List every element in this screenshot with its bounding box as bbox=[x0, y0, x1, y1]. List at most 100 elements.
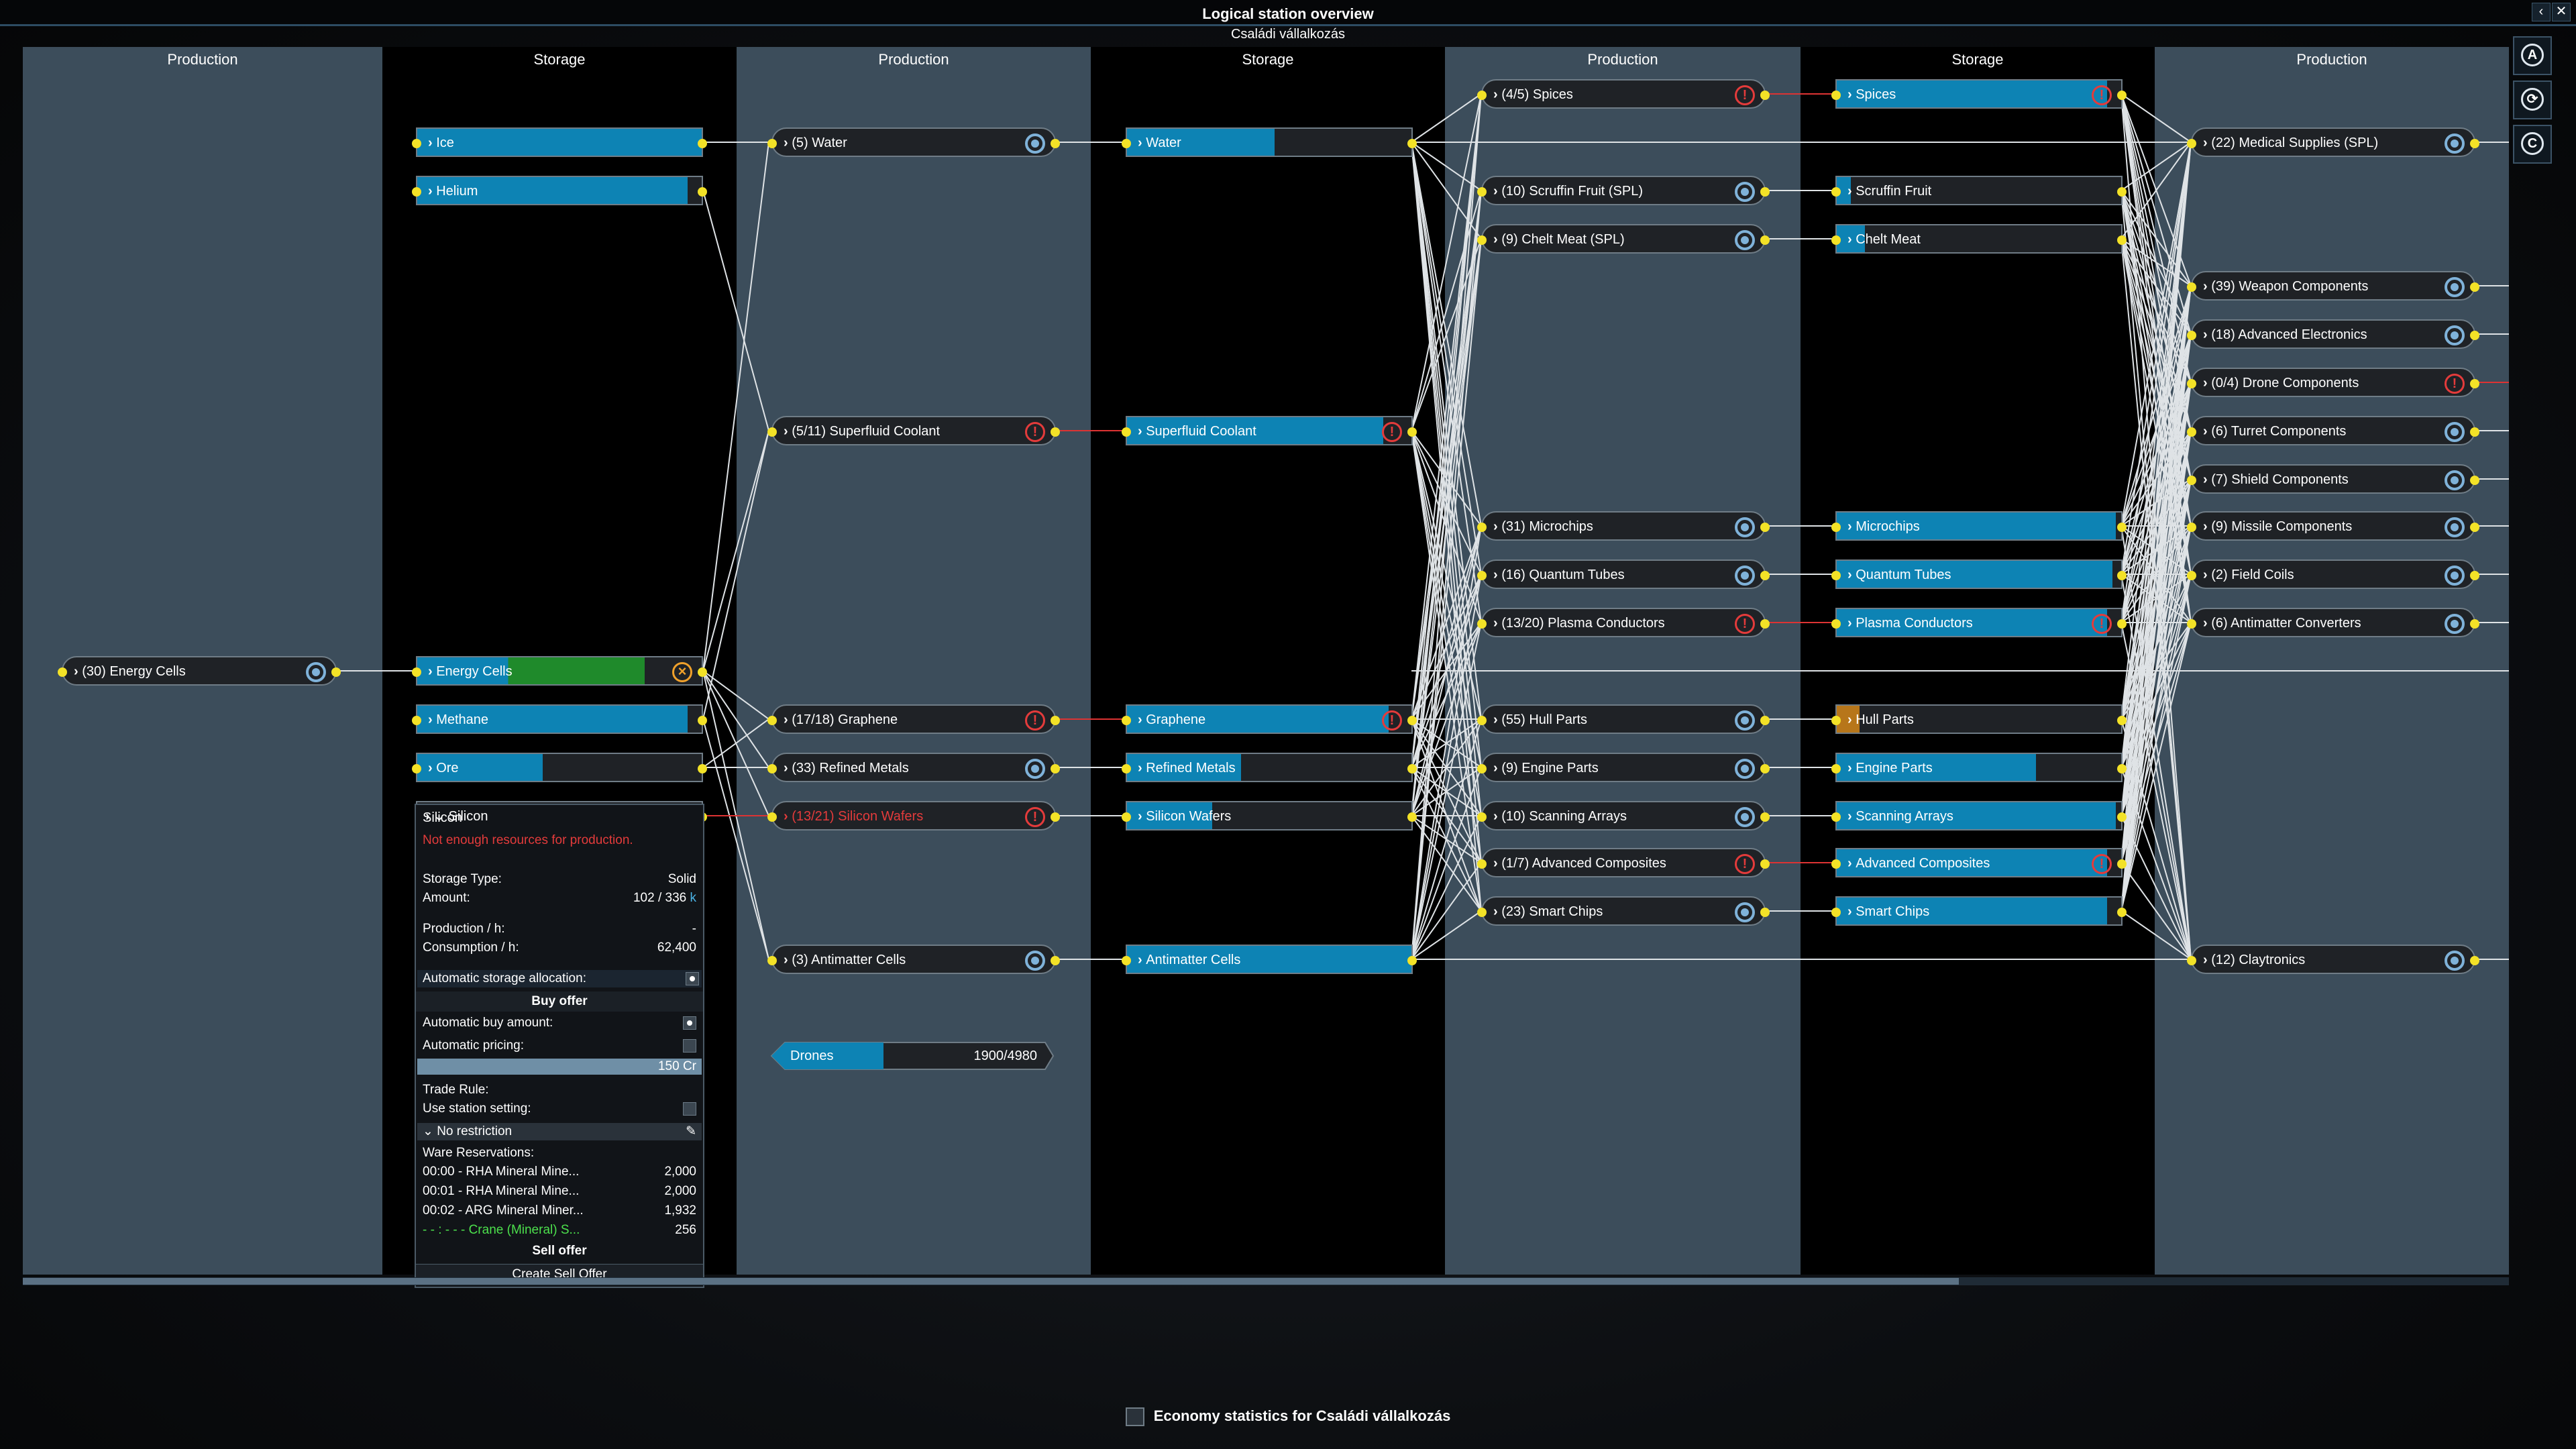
port-output[interactable] bbox=[1760, 764, 1770, 773]
storage-node-ice[interactable]: Ice bbox=[412, 127, 707, 157]
port-output[interactable] bbox=[1051, 812, 1060, 822]
port-output[interactable] bbox=[1760, 716, 1770, 725]
port-output[interactable] bbox=[1051, 956, 1060, 965]
port-input[interactable] bbox=[58, 667, 67, 677]
port-input[interactable] bbox=[767, 812, 777, 822]
production-node-2-field-coils[interactable]: (2) Field Coils bbox=[2187, 559, 2479, 589]
port-input[interactable] bbox=[412, 187, 421, 197]
port-output[interactable] bbox=[1760, 812, 1770, 822]
port-input[interactable] bbox=[767, 764, 777, 773]
port-output[interactable] bbox=[2117, 187, 2127, 197]
reservation-item[interactable]: - - : - - - Crane (Mineral) S... 256 bbox=[423, 1222, 696, 1239]
port-input[interactable] bbox=[1122, 139, 1131, 148]
production-node-9-engine-parts[interactable]: (9) Engine Parts bbox=[1477, 753, 1770, 782]
production-node-9-chelt-meat-spl[interactable]: (9) Chelt Meat (SPL) bbox=[1477, 224, 1770, 254]
production-node-30-energy-cells[interactable]: (30) Energy Cells bbox=[58, 656, 341, 686]
side-button-c[interactable]: C bbox=[2513, 125, 2552, 164]
storage-node-refined-metals[interactable]: Refined Metals bbox=[1122, 753, 1417, 782]
port-input[interactable] bbox=[767, 716, 777, 725]
port-output[interactable] bbox=[2117, 619, 2127, 629]
auto-pricing-checkbox[interactable] bbox=[683, 1039, 696, 1053]
port-output[interactable] bbox=[2117, 571, 2127, 580]
port-output[interactable] bbox=[2470, 619, 2479, 629]
auto-alloc-checkbox[interactable] bbox=[686, 972, 699, 985]
port-output[interactable] bbox=[2117, 859, 2127, 869]
production-node-6-antimatter-converters[interactable]: (6) Antimatter Converters bbox=[2187, 608, 2479, 637]
storage-node-quantum-tubes[interactable]: Quantum Tubes bbox=[1831, 559, 2127, 589]
port-output[interactable] bbox=[1407, 139, 1417, 148]
port-output[interactable] bbox=[2470, 427, 2479, 437]
port-output[interactable] bbox=[2117, 716, 2127, 725]
port-output[interactable] bbox=[1407, 956, 1417, 965]
scrollbar-thumb[interactable] bbox=[23, 1278, 1959, 1285]
production-node-18-advanced-electronics[interactable]: (18) Advanced Electronics bbox=[2187, 319, 2479, 349]
production-node-39-weapon-components[interactable]: (39) Weapon Components bbox=[2187, 271, 2479, 301]
port-output[interactable] bbox=[2117, 91, 2127, 100]
production-node-0-4-drone-components[interactable]: (0/4) Drone Components! bbox=[2187, 368, 2479, 397]
trade-rule-dropdown[interactable]: ⌄ No restriction ✎ bbox=[417, 1123, 702, 1140]
port-input[interactable] bbox=[1477, 764, 1487, 773]
port-input[interactable] bbox=[412, 764, 421, 773]
port-output[interactable] bbox=[2470, 956, 2479, 965]
port-output[interactable] bbox=[698, 187, 707, 197]
production-node-9-missile-components[interactable]: (9) Missile Components bbox=[2187, 511, 2479, 541]
production-node-5-water[interactable]: (5) Water bbox=[767, 127, 1060, 157]
port-output[interactable] bbox=[2117, 812, 2127, 822]
economy-statistics[interactable]: Economy statistics for Családi vállalkoz… bbox=[0, 1407, 2576, 1427]
port-input[interactable] bbox=[1477, 187, 1487, 197]
storage-node-helium[interactable]: Helium bbox=[412, 176, 707, 205]
port-output[interactable] bbox=[1051, 427, 1060, 437]
economy-checkbox[interactable] bbox=[1125, 1407, 1144, 1427]
horizontal-scrollbar[interactable] bbox=[23, 1277, 2509, 1285]
port-input[interactable] bbox=[2187, 139, 2196, 148]
storage-node-chelt-meat[interactable]: Chelt Meat bbox=[1831, 224, 2127, 254]
edit-icon[interactable]: ✎ bbox=[686, 1123, 696, 1140]
port-input[interactable] bbox=[2187, 331, 2196, 340]
port-input[interactable] bbox=[2187, 379, 2196, 388]
production-node-23-smart-chips[interactable]: (23) Smart Chips bbox=[1477, 896, 1770, 926]
reservation-item[interactable]: 00:01 - RHA Mineral Mine... 2,000 bbox=[423, 1183, 696, 1200]
production-node-10-scruffin-fruit-spl[interactable]: (10) Scruffin Fruit (SPL) bbox=[1477, 176, 1770, 205]
production-node-4-5-spices[interactable]: (4/5) Spices! bbox=[1477, 79, 1770, 109]
production-node-13-20-plasma-conductors[interactable]: (13/20) Plasma Conductors! bbox=[1477, 608, 1770, 637]
port-input[interactable] bbox=[2187, 476, 2196, 485]
port-output[interactable] bbox=[1407, 716, 1417, 725]
storage-node-hull-parts[interactable]: Hull Parts bbox=[1831, 704, 2127, 734]
port-output[interactable] bbox=[1407, 427, 1417, 437]
port-output[interactable] bbox=[2470, 523, 2479, 532]
port-input[interactable] bbox=[1122, 764, 1131, 773]
port-output[interactable] bbox=[698, 716, 707, 725]
storage-node-antimatter-cells[interactable]: Antimatter Cells bbox=[1122, 945, 1417, 974]
production-node-3-antimatter-cells[interactable]: (3) Antimatter Cells bbox=[767, 945, 1060, 974]
port-input[interactable] bbox=[1477, 859, 1487, 869]
storage-node-engine-parts[interactable]: Engine Parts bbox=[1831, 753, 2127, 782]
port-input[interactable] bbox=[412, 667, 421, 677]
port-input[interactable] bbox=[1477, 91, 1487, 100]
port-output[interactable] bbox=[2470, 476, 2479, 485]
auto-buy-checkbox[interactable] bbox=[683, 1016, 696, 1030]
port-output[interactable] bbox=[331, 667, 341, 677]
port-input[interactable] bbox=[2187, 282, 2196, 292]
production-node-16-quantum-tubes[interactable]: (16) Quantum Tubes bbox=[1477, 559, 1770, 589]
port-input[interactable] bbox=[767, 427, 777, 437]
production-node-7-shield-components[interactable]: (7) Shield Components bbox=[2187, 464, 2479, 494]
port-input[interactable] bbox=[1477, 716, 1487, 725]
port-input[interactable] bbox=[2187, 571, 2196, 580]
storage-node-energy-cells[interactable]: Energy Cells × bbox=[412, 656, 707, 686]
port-input[interactable] bbox=[1831, 908, 1841, 917]
port-output[interactable] bbox=[1407, 812, 1417, 822]
port-input[interactable] bbox=[1831, 859, 1841, 869]
port-output[interactable] bbox=[1051, 764, 1060, 773]
storage-node-advanced-composites[interactable]: Advanced Composites! bbox=[1831, 848, 2127, 877]
production-node-6-turret-components[interactable]: (6) Turret Components bbox=[2187, 416, 2479, 445]
port-input[interactable] bbox=[1831, 619, 1841, 629]
storage-node-superfluid-coolant[interactable]: Superfluid Coolant! bbox=[1122, 416, 1417, 445]
port-output[interactable] bbox=[1051, 716, 1060, 725]
side-button-link[interactable]: ⟳ bbox=[2513, 80, 2552, 119]
storage-node-methane[interactable]: Methane bbox=[412, 704, 707, 734]
production-node-12-claytronics[interactable]: (12) Claytronics bbox=[2187, 945, 2479, 974]
port-input[interactable] bbox=[767, 956, 777, 965]
port-input[interactable] bbox=[412, 139, 421, 148]
port-output[interactable] bbox=[1760, 235, 1770, 245]
side-button-a[interactable]: A bbox=[2513, 36, 2552, 75]
